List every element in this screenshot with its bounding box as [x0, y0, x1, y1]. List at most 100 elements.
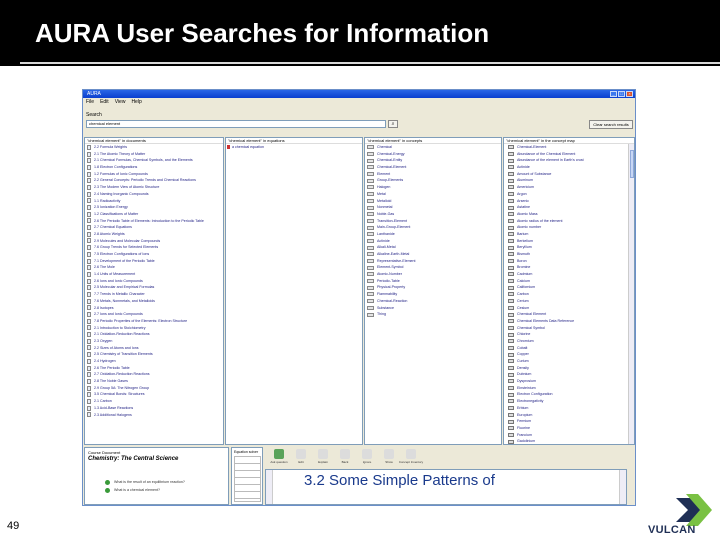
concept-map-item[interactable]: Atomic Mass: [504, 211, 634, 218]
concept-map-item[interactable]: Abundance of the element in Earth's crus…: [504, 157, 634, 164]
concept-map-item[interactable]: Californium: [504, 284, 634, 291]
document-item[interactable]: 2.4 Naming Inorganic Compounds: [85, 191, 223, 198]
equation-item[interactable]: a chemical equation: [226, 144, 362, 151]
concept-item[interactable]: Actinide: [365, 238, 501, 245]
concept-item[interactable]: Transition-Element: [365, 218, 501, 225]
question-item[interactable]: What is the result of an equilibrium rea…: [105, 478, 185, 486]
concept-map-item[interactable]: Actinide: [504, 164, 634, 171]
menu-help[interactable]: Help: [131, 98, 141, 106]
concept-item[interactable]: Group-Elements: [365, 177, 501, 184]
concept-map-item[interactable]: Arsenic: [504, 198, 634, 205]
concept-map-item[interactable]: Chromium: [504, 338, 634, 345]
concept-item[interactable]: Alkaline-Earth-Metal: [365, 251, 501, 258]
concept-map-item[interactable]: Erbium: [504, 405, 634, 412]
search-input[interactable]: chemical element: [86, 120, 386, 128]
toolbar-button[interactable]: Back: [335, 447, 355, 467]
question-item[interactable]: What is a chemical element?: [105, 486, 185, 494]
document-item[interactable]: 2.2 General Concepts: Periodic Trends an…: [85, 177, 223, 184]
document-item[interactable]: 7.5 Electron Configurations of Ions: [85, 251, 223, 258]
concept-map-item[interactable]: Beryllium: [504, 244, 634, 251]
concept-item[interactable]: Periodic-Table: [365, 278, 501, 285]
concept-map-item[interactable]: Bismuth: [504, 251, 634, 258]
document-item[interactable]: 1.1 Radioactivity: [85, 198, 223, 205]
document-item[interactable]: 1.2 Formulas of Ionic Compounds: [85, 171, 223, 178]
menu-file[interactable]: File: [86, 98, 94, 106]
toolbar-button[interactable]: Ignore: [357, 447, 377, 467]
document-item[interactable]: 2.6 The Periodic Table of Elements: Intr…: [85, 218, 223, 225]
concept-item[interactable]: Thing: [365, 311, 501, 318]
document-item[interactable]: 2.1 Chemical Formulas, Chemical Symbols,…: [85, 157, 223, 164]
document-item[interactable]: 2.6 Ions and Ionic Compounds: [85, 278, 223, 285]
concept-item[interactable]: Chemical-Entity: [365, 157, 501, 164]
document-item[interactable]: 2.1 Carbon: [85, 398, 223, 405]
document-item[interactable]: 1.2 Classifications of Matter: [85, 211, 223, 218]
document-scrollbar[interactable]: [619, 470, 626, 504]
concept-item[interactable]: Metal: [365, 191, 501, 198]
document-item[interactable]: 2.4 Hydrogen: [85, 358, 223, 365]
document-item[interactable]: 2.7 Oxidation-Reduction Reactions: [85, 371, 223, 378]
toolbar-button[interactable]: Explain: [313, 447, 333, 467]
concept-map-item[interactable]: Europium: [504, 412, 634, 419]
document-item[interactable]: 2.1 Oxidation-Reduction Reactions: [85, 331, 223, 338]
menu-view[interactable]: View: [115, 98, 126, 106]
document-item[interactable]: 2.1 The Atomic Theory of Matter: [85, 151, 223, 158]
document-item[interactable]: 2.9 Group 5A: The Nitrogen Group: [85, 385, 223, 392]
concept-map-item[interactable]: Einsteinium: [504, 385, 634, 392]
document-item[interactable]: 1.8 Electron Configurations: [85, 164, 223, 171]
minimize-button[interactable]: _: [610, 91, 617, 97]
document-item[interactable]: 3.5 Chemical Bonds: Structures: [85, 391, 223, 398]
concept-map-item[interactable]: Curium: [504, 358, 634, 365]
document-item[interactable]: 7.7 Trends in Metallic Character: [85, 291, 223, 298]
concept-item[interactable]: Element-Symbol: [365, 264, 501, 271]
concept-map-item[interactable]: Chemical Symbol: [504, 325, 634, 332]
menu-edit[interactable]: Edit: [100, 98, 109, 106]
concept-map-item[interactable]: Density: [504, 365, 634, 372]
concept-map-item[interactable]: Cadmium: [504, 271, 634, 278]
concept-map-item[interactable]: Chemical Elements Data Reference: [504, 318, 634, 325]
concept-map-item[interactable]: Dysprosium: [504, 378, 634, 385]
document-item[interactable]: 2.8 The Noble Gases: [85, 378, 223, 385]
toolbar-button[interactable]: Show: [379, 447, 399, 467]
concept-item[interactable]: Chemical-Energy: [365, 151, 501, 158]
document-item[interactable]: 2.3 Oxygen: [85, 338, 223, 345]
concept-item[interactable]: Alkali-Metal: [365, 244, 501, 251]
concept-item[interactable]: Substance: [365, 305, 501, 312]
concept-item[interactable]: Atomic-Number: [365, 271, 501, 278]
concept-map-item[interactable]: Aluminum: [504, 177, 634, 184]
concept-item[interactable]: Physical-Property: [365, 284, 501, 291]
document-item[interactable]: 1.4 Units of Measurement: [85, 271, 223, 278]
toolbar-button[interactable]: Concept Inventory: [399, 447, 423, 467]
concept-map-item[interactable]: Copper: [504, 351, 634, 358]
document-item[interactable]: 2.3 Additional Halogens: [85, 412, 223, 419]
concept-map-item[interactable]: Electronegativity: [504, 398, 634, 405]
concept-map-item[interactable]: Fermium: [504, 418, 634, 425]
toolbar-button[interactable]: Ask question: [269, 447, 289, 467]
concept-map-item[interactable]: Electron Configuration: [504, 391, 634, 398]
equation-grid[interactable]: [234, 456, 261, 502]
concept-map-item[interactable]: Chemical-Element: [504, 144, 634, 151]
document-item[interactable]: 7.1 Development of the Periodic Table: [85, 258, 223, 265]
concept-map-item[interactable]: Francium: [504, 432, 634, 439]
toolbar-button[interactable]: Edit: [291, 447, 311, 467]
document-item[interactable]: 7.6 Metals, Nonmetals, and Metalloids: [85, 298, 223, 305]
document-item[interactable]: 2.5 Ionization Energy: [85, 204, 223, 211]
concept-map-item[interactable]: Boron: [504, 258, 634, 265]
concept-map-item[interactable]: Berkelium: [504, 238, 634, 245]
search-button[interactable]: ⌕: [388, 120, 398, 128]
document-item[interactable]: 7.8 Periodic Properties of the Elements:…: [85, 318, 223, 325]
concept-map-item[interactable]: Atomic number: [504, 224, 634, 231]
document-item[interactable]: 2.2 Formula Weights: [85, 144, 223, 151]
document-item[interactable]: 2.6 The Mole: [85, 264, 223, 271]
concept-map-item[interactable]: Argon: [504, 191, 634, 198]
document-item[interactable]: 2.7 Chemical Equations: [85, 224, 223, 231]
concept-item[interactable]: Element: [365, 171, 501, 178]
document-item[interactable]: 2.8 Isotopes: [85, 305, 223, 312]
document-item[interactable]: 2.8 Atomic Weights: [85, 231, 223, 238]
document-item[interactable]: 2.9 Molecules and Molecular Compounds: [85, 238, 223, 245]
concept-map-item[interactable]: Americium: [504, 184, 634, 191]
concept-map-item[interactable]: Cesium: [504, 305, 634, 312]
concept-map-scrollbar[interactable]: [628, 144, 634, 444]
concept-item[interactable]: Chemical-Element: [365, 164, 501, 171]
document-item[interactable]: 2.2 Sizes of Atoms and Ions: [85, 345, 223, 352]
concept-item[interactable]: Main-Group-Element: [365, 224, 501, 231]
